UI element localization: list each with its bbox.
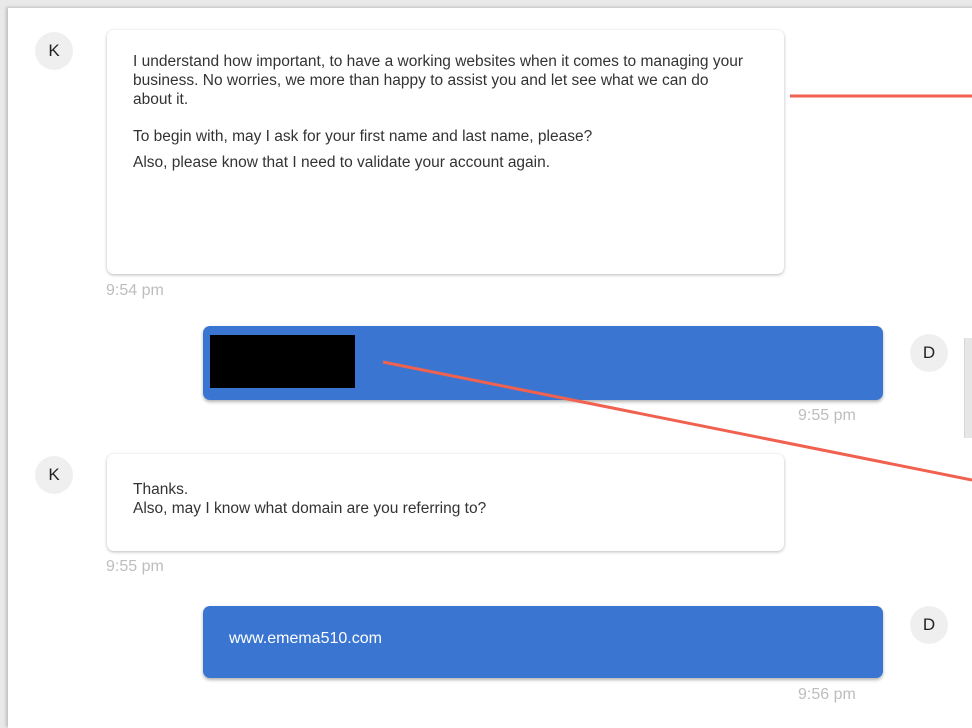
user-avatar: D [910,606,948,644]
chat-panel: K I understand how important, to have a … [8,8,972,728]
message-line: Thanks. [133,481,189,498]
message-timestamp: 9:55 pm [106,558,164,575]
message-paragraph: Also, please know that I need to validat… [133,154,551,171]
user-avatar: D [910,334,948,372]
user-message-bubble [203,326,883,400]
message-timestamp: 9:55 pm [798,407,856,424]
message-timestamp: 9:56 pm [798,686,856,703]
agent-message-bubble: Thanks. Also, may I know what domain are… [107,454,784,551]
message-line: Also, may I know what domain are you ref… [133,500,487,517]
message-paragraph: To begin with, may I ask for your first … [133,128,593,145]
agent-avatar: K [35,456,73,494]
user-message-text: www.emema510.com [229,630,382,647]
scrollbar-thumb[interactable] [964,338,972,438]
agent-avatar: K [35,32,73,70]
agent-message-bubble: I understand how important, to have a wo… [107,30,784,274]
message-paragraph: I understand how important, to have a wo… [133,53,743,108]
redaction-box [210,335,355,388]
message-timestamp: 9:54 pm [106,282,164,299]
user-message-bubble: www.emema510.com [203,606,883,678]
